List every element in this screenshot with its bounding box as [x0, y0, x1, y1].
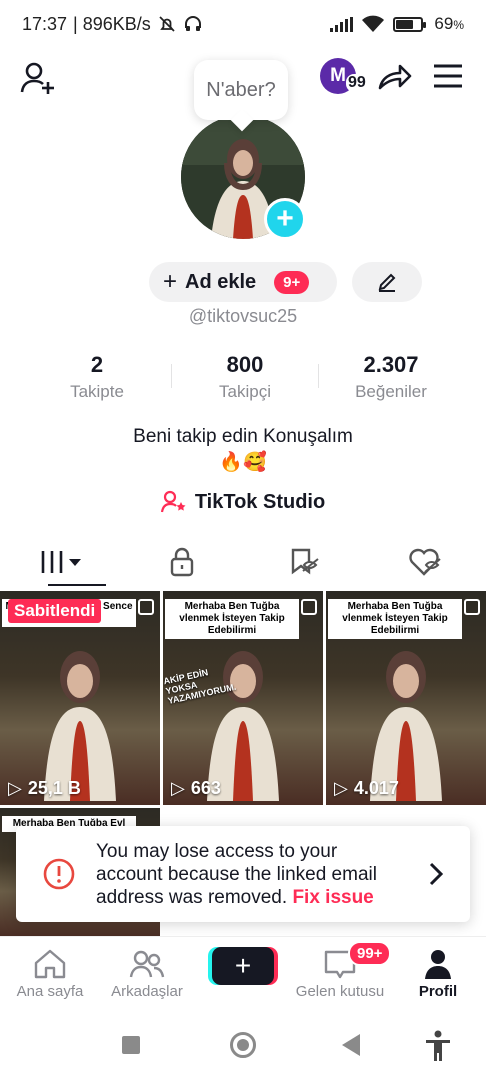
headphones-icon	[184, 16, 201, 31]
person-figure	[370, 651, 442, 801]
accessibility-icon[interactable]	[424, 1030, 452, 1062]
recents-icon[interactable]	[122, 1036, 140, 1054]
tagged-icon	[291, 548, 319, 575]
stat-likes[interactable]: 2.307 Beğeniler	[331, 352, 451, 402]
back-icon[interactable]	[342, 1034, 360, 1056]
stat-followers[interactable]: 800 Takipçi	[185, 352, 305, 402]
liked-icon	[409, 548, 441, 576]
email-warning-toast[interactable]: You may lose access to your account beca…	[16, 826, 470, 922]
nav-label: Profil	[418, 983, 458, 1000]
status-bubble-text: N'aber?	[206, 78, 276, 101]
plus-icon: +	[234, 950, 252, 981]
plus-icon: +	[163, 268, 178, 295]
status-time: 17:37	[22, 13, 68, 34]
video-caption: Merhaba Ben Tuğba vlenmek İsteyen Takip …	[165, 599, 299, 639]
view-count-value: 4.017	[353, 778, 399, 798]
account-badge: 99	[346, 74, 368, 92]
friends-icon	[129, 950, 165, 978]
create-button[interactable]: +	[212, 947, 274, 985]
bottom-nav: Ana sayfa Arkadaşlar + Gelen kutusu 99+ …	[0, 936, 486, 1008]
nav-profile[interactable]: Profil	[388, 945, 486, 1000]
studio-person-icon	[160, 490, 186, 513]
multi-photo-icon	[301, 599, 317, 615]
status-speed: | 896KB/s	[73, 13, 151, 34]
divider	[171, 364, 172, 388]
stat-label: Beğeniler	[355, 382, 427, 401]
nav-inbox[interactable]: Gelen kutusu 99+	[290, 941, 392, 1000]
nav-label: Ana sayfa	[16, 983, 84, 1000]
person-figure	[44, 651, 116, 801]
play-icon: ▷	[334, 778, 348, 798]
home-icon	[34, 949, 66, 979]
warning-icon	[43, 858, 75, 890]
nav-friends[interactable]: Arkadaşlar	[97, 945, 197, 1000]
multi-photo-icon	[138, 599, 154, 615]
nav-home[interactable]: Ana sayfa	[0, 945, 100, 1000]
chevron-right-icon[interactable]	[424, 860, 448, 888]
play-icon: ▷	[8, 778, 22, 798]
multi-photo-icon	[464, 599, 480, 615]
person-figure	[207, 651, 279, 801]
tab-private[interactable]	[122, 538, 244, 586]
status-bubble[interactable]: N'aber?	[194, 60, 288, 120]
video-thumbnail[interactable]: Merhaba Ben Tuğba Sence Güzelmiyim Sabit…	[0, 591, 160, 805]
bio-emoji: 🔥🥰	[219, 452, 267, 473]
studio-label: TikTok Studio	[194, 490, 326, 513]
nav-label: Gelen kutusu	[295, 983, 385, 1000]
videos-grid-icon	[41, 551, 81, 573]
bell-muted-icon	[159, 16, 175, 32]
play-icon: ▷	[171, 778, 185, 798]
divider	[318, 364, 319, 388]
pencil-icon	[378, 273, 396, 292]
status-bar: 17:37 | 896KB/s 69%	[0, 0, 486, 48]
menu-icon[interactable]	[430, 58, 466, 94]
view-count: ▷ 663	[171, 778, 221, 799]
stat-following[interactable]: 2 Takipte	[37, 352, 157, 402]
tab-tagged[interactable]	[243, 538, 365, 586]
username: @tiktovsuc25	[188, 306, 298, 326]
bio: Beni takip edin Konuşalım 🔥🥰	[0, 424, 486, 476]
video-thumbnail[interactable]: Merhaba Ben Tuğba vlenmek İsteyen Takip …	[326, 591, 486, 805]
view-count: ▷ 4.017	[334, 778, 399, 799]
view-count-value: 663	[190, 778, 221, 798]
bio-text: Beni takip edin Konuşalım	[133, 426, 353, 447]
stat-value: 800	[226, 352, 264, 377]
fix-issue-link[interactable]: Fix issue	[292, 887, 373, 908]
share-icon[interactable]	[374, 56, 414, 96]
video-caption: Merhaba Ben Tuğba vlenmek İsteyen Takip …	[328, 599, 462, 639]
profile-stats: 2 Takipte 800 Takipçi 2.307 Beğeniler	[0, 352, 486, 412]
stat-value: 2	[90, 352, 104, 377]
add-name-button[interactable]: + Ad ekle 9+	[149, 262, 337, 302]
home-button-icon[interactable]	[230, 1032, 256, 1058]
tab-liked[interactable]	[365, 538, 486, 586]
wifi-icon	[362, 15, 385, 32]
toast-message: You may lose access to your account beca…	[96, 840, 406, 909]
tab-videos[interactable]	[0, 538, 122, 586]
tiktok-studio-link[interactable]: TikTok Studio	[0, 490, 486, 514]
system-nav-bar	[0, 1012, 486, 1080]
add-user-icon[interactable]	[18, 58, 58, 98]
stat-label: Takipte	[70, 382, 124, 401]
video-thumbnail[interactable]: Merhaba Ben Tuğba vlenmek İsteyen Takip …	[163, 591, 323, 805]
nav-label: Arkadaşlar	[111, 983, 183, 1000]
lock-icon	[171, 547, 194, 577]
add-photo-button[interactable]: +	[264, 198, 306, 240]
pinned-badge: Sabitlendi	[8, 599, 102, 623]
view-count: ▷ 25,1 B	[8, 778, 81, 799]
edit-profile-button[interactable]	[352, 262, 422, 302]
add-name-label: Ad ekle	[185, 270, 257, 293]
inbox-badge: 99+	[348, 941, 392, 966]
battery-icon	[393, 16, 427, 32]
stat-value: 2.307	[363, 352, 419, 377]
notification-badge: 9+	[274, 270, 310, 294]
profile-icon	[425, 950, 451, 979]
content-tabs	[0, 538, 486, 586]
stat-label: Takipçi	[219, 382, 271, 401]
battery-percent: 69%	[434, 14, 464, 33]
view-count-value: 25,1 B	[27, 778, 81, 798]
signal-icon	[330, 16, 354, 32]
